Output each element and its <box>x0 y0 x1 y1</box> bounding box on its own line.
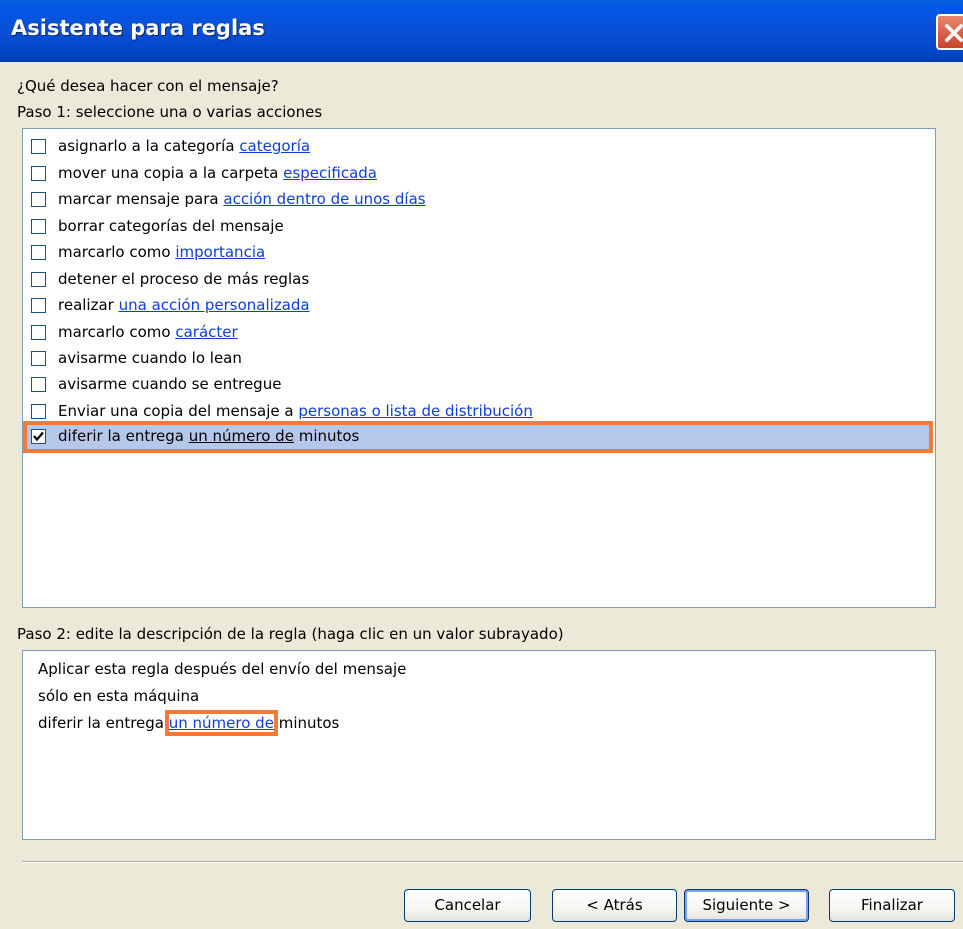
action-value-link[interactable]: carácter <box>175 323 237 341</box>
action-text: marcar mensaje para <box>58 190 224 208</box>
action-text: Enviar una copia del mensaje a <box>58 402 299 420</box>
step2-label: Paso 2: edite la descripción de la regla… <box>17 625 564 643</box>
description-line-2: sólo en esta máquina <box>38 687 200 705</box>
action-value-link[interactable]: un número de <box>189 427 294 445</box>
action-row[interactable]: mover una copia a la carpeta especificad… <box>26 161 930 187</box>
description-line-1: Aplicar esta regla después del envío del… <box>38 660 407 678</box>
action-row[interactable]: detener el proceso de más reglas <box>26 267 930 293</box>
action-checkbox[interactable] <box>31 245 46 260</box>
action-label: marcar mensaje para acción dentro de uno… <box>58 190 426 208</box>
action-label: borrar categorías del mensaje <box>58 217 284 235</box>
separator <box>22 861 963 863</box>
action-text: realizar <box>58 296 119 314</box>
action-row[interactable]: avisarme cuando se entregue <box>26 372 930 398</box>
action-checkbox[interactable] <box>31 192 46 207</box>
action-label: marcarlo como carácter <box>58 323 238 341</box>
action-checkbox[interactable] <box>31 377 46 392</box>
action-label: asignarlo a la categoría categoría <box>58 137 310 155</box>
action-label: diferir la entrega un número de minutos <box>58 427 359 445</box>
minutes-value-link[interactable]: un número de <box>164 710 278 736</box>
action-label: Enviar una copia del mensaje a personas … <box>58 402 533 420</box>
title-bar: Asistente para reglas <box>0 0 963 62</box>
action-label: avisarme cuando lo lean <box>58 349 242 367</box>
action-row[interactable]: Enviar una copia del mensaje a personas … <box>26 399 930 425</box>
action-text: avisarme cuando lo lean <box>58 349 242 367</box>
action-row[interactable]: realizar una acción personalizada <box>26 293 930 319</box>
action-text: detener el proceso de más reglas <box>58 270 310 288</box>
action-text: borrar categorías del mensaje <box>58 217 284 235</box>
back-button[interactable]: < Atrás <box>552 889 677 922</box>
action-checkbox[interactable] <box>31 298 46 313</box>
action-text-suffix: minutos <box>293 427 360 445</box>
action-row[interactable]: marcar mensaje para acción dentro de uno… <box>26 187 930 213</box>
action-checkbox[interactable] <box>31 219 46 234</box>
description-line-3: diferir la entrega un número de minutos <box>38 710 340 736</box>
action-label: realizar una acción personalizada <box>58 296 310 314</box>
close-icon <box>944 23 963 43</box>
step1-label: Paso 1: seleccione una o varias acciones <box>17 103 323 121</box>
action-text: marcarlo como <box>58 243 176 261</box>
actions-list[interactable]: asignarlo a la categoría categoría mover … <box>22 128 936 608</box>
action-label: mover una copia a la carpeta especificad… <box>58 164 377 182</box>
action-checkbox[interactable] <box>31 429 46 444</box>
action-row[interactable]: diferir la entrega un número de minutos <box>23 421 933 453</box>
action-value-link[interactable]: acción dentro de unos días <box>223 190 425 208</box>
finish-button[interactable]: Finalizar <box>829 889 955 922</box>
action-row[interactable]: asignarlo a la categoría categoría <box>26 134 930 160</box>
next-button[interactable]: Siguiente > <box>684 889 809 922</box>
cancel-button[interactable]: Cancelar <box>404 889 531 922</box>
checkmark-icon <box>33 431 44 442</box>
action-checkbox[interactable] <box>31 272 46 287</box>
close-button[interactable] <box>936 14 963 50</box>
action-text: asignarlo a la categoría <box>58 137 240 155</box>
action-value-link[interactable]: categoría <box>239 137 310 155</box>
action-checkbox[interactable] <box>31 166 46 181</box>
action-checkbox[interactable] <box>31 139 46 154</box>
action-value-link[interactable]: personas o lista de distribución <box>298 402 533 420</box>
prompt-question: ¿Qué desea hacer con el mensaje? <box>17 77 279 95</box>
action-row[interactable]: marcarlo como importancia <box>26 240 930 266</box>
action-row[interactable]: marcarlo como carácter <box>26 320 930 346</box>
action-value-link[interactable]: importancia <box>175 243 265 261</box>
action-label: avisarme cuando se entregue <box>58 375 281 393</box>
rule-description-box: Aplicar esta regla después del envío del… <box>22 650 936 840</box>
action-text: avisarme cuando se entregue <box>58 375 282 393</box>
action-checkbox[interactable] <box>31 325 46 340</box>
window-title: Asistente para reglas <box>11 16 265 40</box>
description-line-3-suffix: minutos <box>273 714 340 732</box>
description-line-3-prefix: diferir la entrega <box>38 714 169 732</box>
action-text: diferir la entrega <box>58 427 189 445</box>
action-row[interactable]: borrar categorías del mensaje <box>26 214 930 240</box>
action-value-link[interactable]: especificada <box>283 164 377 182</box>
action-text: marcarlo como <box>58 323 176 341</box>
action-checkbox[interactable] <box>31 404 46 419</box>
action-row[interactable]: avisarme cuando lo lean <box>26 346 930 372</box>
action-label: detener el proceso de más reglas <box>58 270 309 288</box>
action-label: marcarlo como importancia <box>58 243 265 261</box>
action-text: mover una copia a la carpeta <box>58 164 284 182</box>
action-value-link[interactable]: una acción personalizada <box>119 296 310 314</box>
action-checkbox[interactable] <box>31 351 46 366</box>
